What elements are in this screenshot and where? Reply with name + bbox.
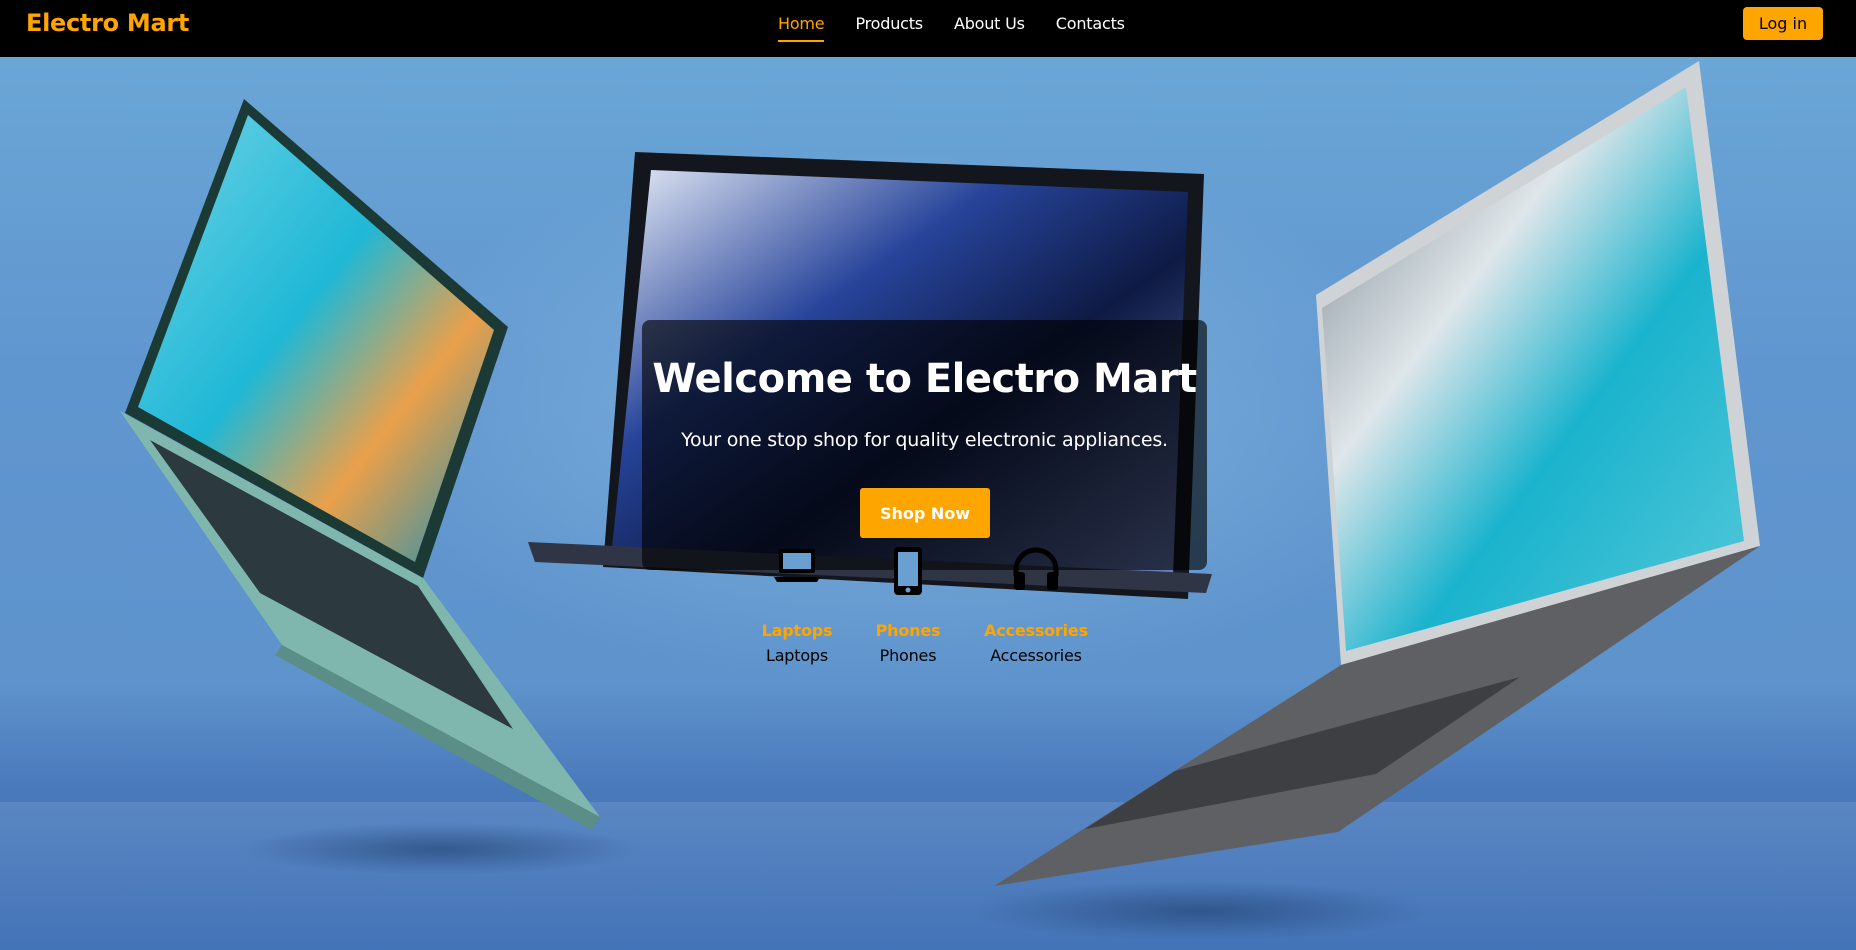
headphones-icon (980, 546, 1092, 598)
phone-icon (868, 546, 948, 598)
shop-now-button[interactable]: Shop Now (860, 488, 990, 538)
login-button[interactable]: Log in (1743, 7, 1823, 40)
category-laptops[interactable]: Laptops Laptops (757, 546, 837, 665)
top-navbar: Electro Mart Home Products About Us Cont… (0, 0, 1856, 57)
brand-logo[interactable]: Electro Mart (26, 9, 189, 37)
nav-item-products[interactable]: Products (855, 14, 923, 42)
main-nav: Home Products About Us Contacts (778, 14, 1156, 42)
laptop-icon (757, 546, 837, 598)
category-title: Phones (875, 621, 941, 640)
hero-subtitle: Your one stop shop for quality electroni… (681, 429, 1168, 451)
nav-item-contacts[interactable]: Contacts (1056, 14, 1125, 42)
category-phones[interactable]: Phones Phones (868, 546, 948, 665)
welcome-card: Welcome to Electro Mart Your one stop sh… (642, 320, 1207, 570)
category-accessories[interactable]: Accessories Accessories (980, 546, 1092, 665)
hero-section: Welcome to Electro Mart Your one stop sh… (0, 57, 1856, 950)
hero-title: Welcome to Electro Mart (652, 356, 1197, 402)
category-label: Laptops (765, 646, 829, 665)
category-label: Accessories (990, 646, 1082, 665)
category-title: Laptops (761, 621, 833, 640)
category-title: Accessories (984, 621, 1088, 640)
nav-item-home[interactable]: Home (778, 14, 825, 42)
nav-item-about-us[interactable]: About Us (954, 14, 1025, 42)
category-label: Phones (879, 646, 937, 665)
